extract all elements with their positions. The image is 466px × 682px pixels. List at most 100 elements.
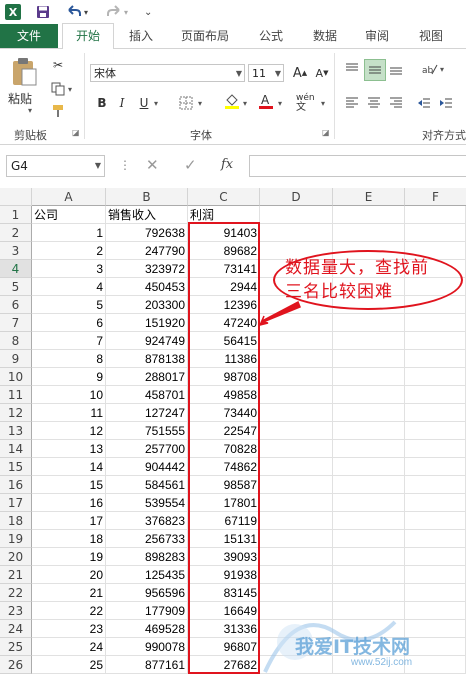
orientation-dropdown-icon[interactable]: ▾ bbox=[440, 65, 444, 74]
row-header[interactable]: 18 bbox=[0, 512, 32, 530]
cell-f17[interactable] bbox=[405, 494, 466, 512]
column-header-d[interactable]: D bbox=[260, 188, 333, 206]
cell-d9[interactable] bbox=[260, 350, 333, 368]
cell-f14[interactable] bbox=[405, 440, 466, 458]
cell-a17[interactable]: 16 bbox=[32, 494, 106, 512]
paste-dropdown-icon[interactable]: ▾ bbox=[28, 106, 32, 115]
align-right-icon[interactable] bbox=[386, 93, 406, 113]
cell-b18[interactable]: 376823 bbox=[106, 512, 188, 530]
tab-review[interactable]: 审阅 bbox=[360, 24, 394, 48]
row-header[interactable]: 8 bbox=[0, 332, 32, 350]
undo-icon[interactable] bbox=[66, 3, 82, 21]
cell-b26[interactable]: 877161 bbox=[106, 656, 188, 674]
cell-c22[interactable]: 83145 bbox=[188, 584, 260, 602]
borders-icon[interactable] bbox=[176, 93, 196, 113]
cell-c13[interactable]: 22547 bbox=[188, 422, 260, 440]
cell-c24[interactable]: 31336 bbox=[188, 620, 260, 638]
cell-d18[interactable] bbox=[260, 512, 333, 530]
drag-handle-icon[interactable]: ⋮ bbox=[119, 158, 131, 172]
cell-b15[interactable]: 904442 bbox=[106, 458, 188, 476]
cell-f8[interactable] bbox=[405, 332, 466, 350]
cell-b17[interactable]: 539554 bbox=[106, 494, 188, 512]
cell-f22[interactable] bbox=[405, 584, 466, 602]
cell-a14[interactable]: 13 bbox=[32, 440, 106, 458]
cell-c2[interactable]: 91403 bbox=[188, 224, 260, 242]
cancel-icon[interactable]: ✕ bbox=[146, 156, 159, 174]
cell-f13[interactable] bbox=[405, 422, 466, 440]
cell-c17[interactable]: 17801 bbox=[188, 494, 260, 512]
cell-b14[interactable]: 257700 bbox=[106, 440, 188, 458]
cell-a15[interactable]: 14 bbox=[32, 458, 106, 476]
cell-d21[interactable] bbox=[260, 566, 333, 584]
row-header[interactable]: 1 bbox=[0, 206, 32, 224]
clipboard-launcher-icon[interactable]: ◪ bbox=[72, 128, 80, 137]
cell-c1[interactable]: 利润 bbox=[188, 206, 260, 224]
cell-f15[interactable] bbox=[405, 458, 466, 476]
row-header[interactable]: 22 bbox=[0, 584, 32, 602]
cell-f9[interactable] bbox=[405, 350, 466, 368]
cell-f16[interactable] bbox=[405, 476, 466, 494]
row-header[interactable]: 3 bbox=[0, 242, 32, 260]
cell-d19[interactable] bbox=[260, 530, 333, 548]
cell-b4[interactable]: 323972 bbox=[106, 260, 188, 278]
phonetic-dropdown-icon[interactable]: ▾ bbox=[321, 99, 325, 108]
font-color-icon[interactable]: A bbox=[256, 91, 276, 111]
cell-b20[interactable]: 898283 bbox=[106, 548, 188, 566]
row-header[interactable]: 14 bbox=[0, 440, 32, 458]
tab-view[interactable]: 视图 bbox=[414, 24, 448, 48]
cell-b22[interactable]: 956596 bbox=[106, 584, 188, 602]
cell-a19[interactable]: 18 bbox=[32, 530, 106, 548]
cell-f20[interactable] bbox=[405, 548, 466, 566]
row-header[interactable]: 10 bbox=[0, 368, 32, 386]
row-header[interactable]: 19 bbox=[0, 530, 32, 548]
cell-f1[interactable] bbox=[405, 206, 466, 224]
cell-c14[interactable]: 70828 bbox=[188, 440, 260, 458]
insert-function-icon[interactable]: fx bbox=[221, 157, 233, 172]
cell-b25[interactable]: 990078 bbox=[106, 638, 188, 656]
cell-f2[interactable] bbox=[405, 224, 466, 242]
row-header[interactable]: 2 bbox=[0, 224, 32, 242]
cell-c20[interactable]: 39093 bbox=[188, 548, 260, 566]
name-box[interactable]: G4 ▼ bbox=[6, 155, 105, 177]
cell-e1[interactable] bbox=[333, 206, 405, 224]
cell-f11[interactable] bbox=[405, 386, 466, 404]
font-name-combo[interactable]: 宋体 ▼ bbox=[90, 64, 245, 82]
increase-font-icon[interactable]: A ▲ bbox=[290, 63, 310, 83]
row-header[interactable]: 24 bbox=[0, 620, 32, 638]
paste-icon[interactable] bbox=[10, 57, 38, 87]
cell-b10[interactable]: 288017 bbox=[106, 368, 188, 386]
enter-icon[interactable]: ✓ bbox=[184, 156, 197, 174]
cell-d14[interactable] bbox=[260, 440, 333, 458]
cell-c23[interactable]: 16649 bbox=[188, 602, 260, 620]
customize-toolbar-icon[interactable]: ⌄ bbox=[144, 3, 152, 21]
cell-a11[interactable]: 10 bbox=[32, 386, 106, 404]
cell-a8[interactable]: 7 bbox=[32, 332, 106, 350]
select-all-corner[interactable] bbox=[0, 188, 32, 206]
cell-b9[interactable]: 878138 bbox=[106, 350, 188, 368]
align-bottom-icon[interactable] bbox=[386, 59, 406, 79]
cell-b2[interactable]: 792638 bbox=[106, 224, 188, 242]
tab-file[interactable]: 文件 bbox=[0, 24, 58, 48]
cell-b1[interactable]: 销售收入 bbox=[106, 206, 188, 224]
underline-dropdown-icon[interactable]: ▾ bbox=[154, 99, 158, 108]
tab-home[interactable]: 开始 bbox=[62, 23, 114, 50]
tab-formulas[interactable]: 公式 bbox=[254, 24, 288, 48]
cell-a20[interactable]: 19 bbox=[32, 548, 106, 566]
cell-a13[interactable]: 12 bbox=[32, 422, 106, 440]
row-header[interactable]: 9 bbox=[0, 350, 32, 368]
cell-e2[interactable] bbox=[333, 224, 405, 242]
underline-button[interactable]: U bbox=[134, 93, 154, 113]
cell-a12[interactable]: 11 bbox=[32, 404, 106, 422]
row-header[interactable]: 17 bbox=[0, 494, 32, 512]
cell-f12[interactable] bbox=[405, 404, 466, 422]
cell-c16[interactable]: 98587 bbox=[188, 476, 260, 494]
cell-d11[interactable] bbox=[260, 386, 333, 404]
cell-c18[interactable]: 67119 bbox=[188, 512, 260, 530]
cell-c21[interactable]: 91938 bbox=[188, 566, 260, 584]
column-header-b[interactable]: B bbox=[106, 188, 188, 206]
cell-c15[interactable]: 74862 bbox=[188, 458, 260, 476]
cell-f21[interactable] bbox=[405, 566, 466, 584]
cell-e11[interactable] bbox=[333, 386, 405, 404]
cell-b6[interactable]: 203300 bbox=[106, 296, 188, 314]
cell-a9[interactable]: 8 bbox=[32, 350, 106, 368]
